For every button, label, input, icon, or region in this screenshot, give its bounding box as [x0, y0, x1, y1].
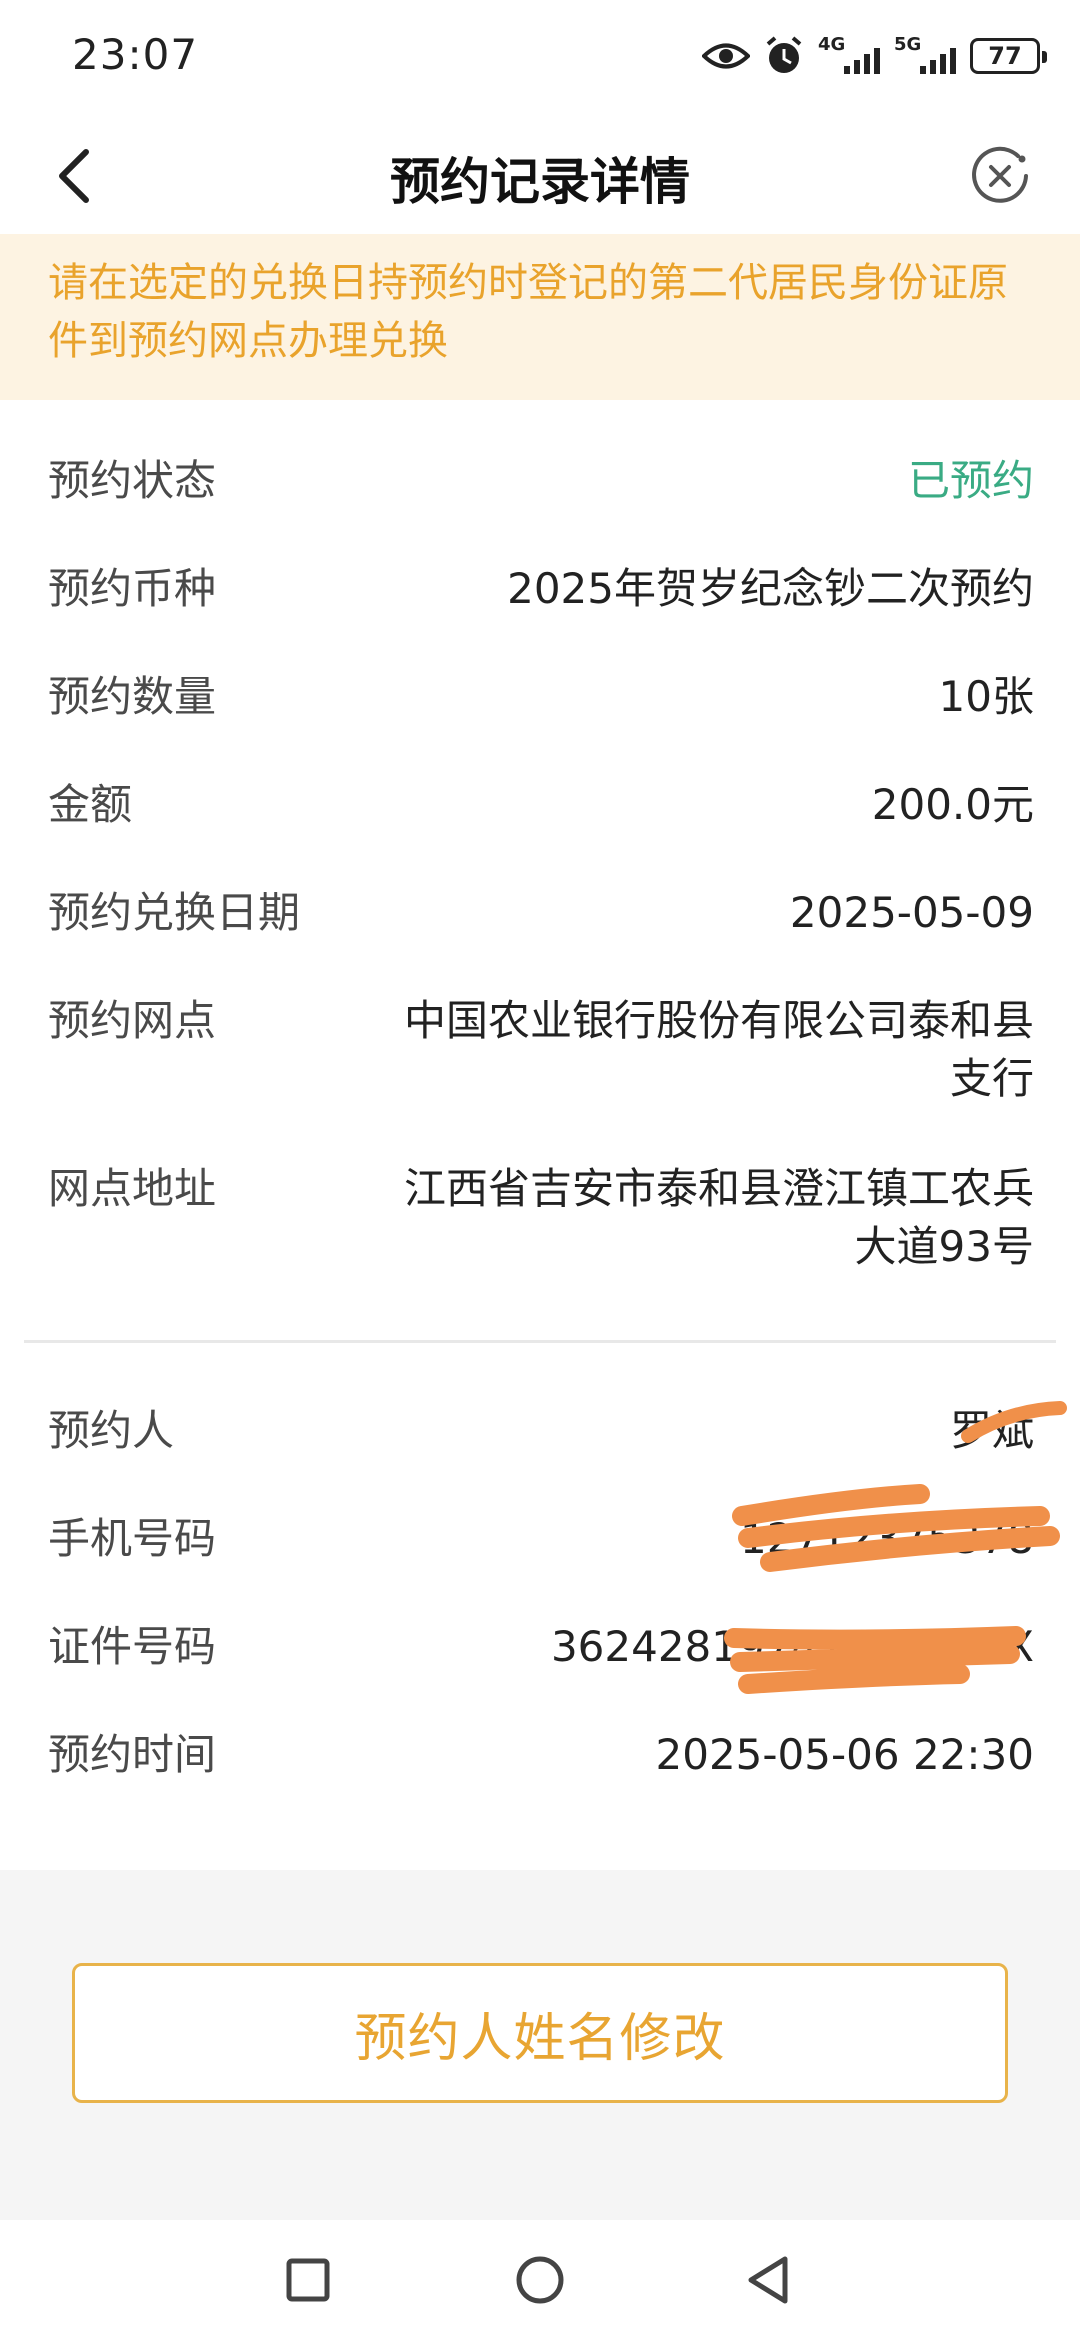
- amount-label: 金额: [48, 780, 133, 829]
- edit-name-button-label: 预约人姓名修改: [354, 2008, 726, 2069]
- close-circle-icon: [972, 146, 1028, 203]
- battery-icon: 77: [970, 38, 1047, 74]
- square-icon: [286, 2258, 330, 2302]
- status-time: 23:07: [72, 30, 199, 79]
- notice-text: 请在选定的兑换日持预约时登记的第二代居民身份证原件到预约网点办理兑换: [48, 260, 1008, 364]
- detail-row-amount: 金额 200.0元: [48, 776, 1034, 834]
- detail-row-quantity: 预约数量 10张: [48, 668, 1034, 726]
- time-label: 预约时间: [48, 1730, 217, 1779]
- network-label-5g: 5G: [894, 34, 922, 55]
- branch-value: 中国农业银行股份有限公司泰和县支行: [403, 996, 1034, 1103]
- signal-5g-icon: 5G: [894, 34, 956, 78]
- recent-apps-button[interactable]: [276, 2248, 340, 2312]
- currency-label: 预约币种: [48, 564, 217, 613]
- home-button[interactable]: [508, 2248, 572, 2312]
- triangle-back-icon: [748, 2256, 788, 2304]
- alarm-icon: [764, 36, 804, 76]
- detail-row-date: 预约兑换日期 2025-05-09: [48, 884, 1034, 942]
- status-label: 预约状态: [48, 456, 217, 505]
- eye-icon: [702, 41, 750, 71]
- status-icons: 4G 5G 77: [702, 34, 1047, 78]
- phone-label: 手机号码: [48, 1514, 217, 1563]
- date-value: 2025-05-09: [789, 888, 1034, 937]
- phone-value: 12712375378: [740, 1514, 1034, 1563]
- status-value: 已预约: [907, 456, 1034, 505]
- signal-4g-icon: 4G: [818, 34, 880, 78]
- page-title: 预约记录详情: [390, 153, 690, 211]
- detail-row-id: 证件号码 36242819741201011X: [48, 1618, 1034, 1676]
- amount-value: 200.0元: [871, 780, 1034, 829]
- bottom-action-area: 预约人姓名修改: [0, 1870, 1080, 2220]
- address-label: 网点地址: [48, 1164, 217, 1213]
- circle-icon: [516, 2256, 564, 2304]
- detail-row-status: 预约状态 已预约: [48, 452, 1034, 510]
- detail-row-address: 网点地址 江西省吉安市泰和县澄江镇工农兵大道93号: [48, 1160, 1034, 1276]
- network-label-4g: 4G: [818, 34, 846, 55]
- currency-value: 2025年贺岁纪念钞二次预约: [507, 564, 1034, 613]
- branch-label: 预约网点: [48, 996, 217, 1045]
- edit-name-button[interactable]: 预约人姓名修改: [72, 1963, 1008, 2103]
- notice-banner: 请在选定的兑换日持预约时登记的第二代居民身份证原件到预约网点办理兑换: [0, 234, 1080, 400]
- nav-bar: 预约记录详情: [0, 118, 1080, 234]
- quantity-value: 10张: [938, 672, 1034, 721]
- quantity-label: 预约数量: [48, 672, 217, 721]
- id-value: 36242819741201011X: [550, 1622, 1034, 1671]
- status-bar: 23:07 4G 5G 77: [0, 0, 1080, 118]
- time-value: 2025-05-06 22:30: [655, 1730, 1034, 1779]
- system-nav-bar: [0, 2220, 1080, 2340]
- name-value: 罗斌: [949, 1406, 1034, 1455]
- id-label: 证件号码: [48, 1622, 217, 1671]
- detail-row-branch: 预约网点 中国农业银行股份有限公司泰和县支行: [48, 992, 1034, 1108]
- back-nav-button[interactable]: [736, 2248, 800, 2312]
- section-divider: [24, 1340, 1056, 1343]
- detail-row-name: 预约人 罗斌: [48, 1402, 1034, 1460]
- date-label: 预约兑换日期: [48, 888, 301, 937]
- close-button[interactable]: [964, 140, 1036, 212]
- address-value: 江西省吉安市泰和县澄江镇工农兵大道93号: [403, 1164, 1034, 1271]
- detail-row-currency: 预约币种 2025年贺岁纪念钞二次预约: [48, 560, 1034, 618]
- battery-level: 77: [988, 42, 1022, 70]
- detail-row-time: 预约时间 2025-05-06 22:30: [48, 1726, 1034, 1784]
- detail-row-phone: 手机号码 12712375378: [48, 1510, 1034, 1568]
- name-label: 预约人: [48, 1406, 175, 1455]
